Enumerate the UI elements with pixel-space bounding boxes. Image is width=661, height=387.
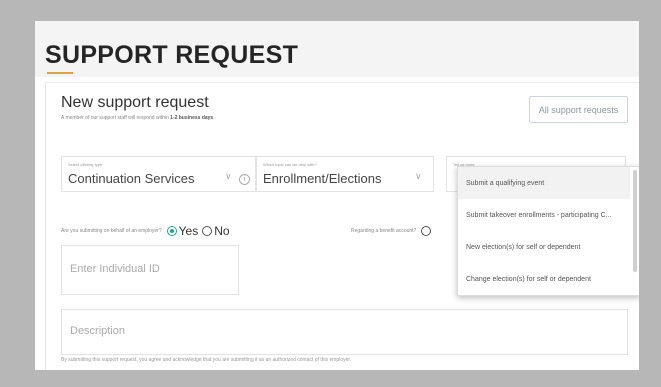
offering-type-select[interactable]: Select offering type Continuation Servic… [61, 156, 256, 192]
info-icon[interactable]: i [239, 174, 250, 185]
support-request-card: New support request A member of our supp… [45, 82, 639, 370]
all-support-requests-button[interactable]: All support requests [529, 96, 628, 123]
no-radio[interactable] [202, 226, 213, 236]
help-topic-label: Which topic can we help with? [263, 162, 317, 167]
title-accent-bar [47, 72, 73, 74]
subtitle-prefix: A member of our support staff will respo… [61, 115, 169, 121]
offering-type-label: Select offering type [68, 162, 103, 167]
disclaimer-text: By submitting this support request, you … [61, 357, 352, 363]
benefit-radio[interactable] [421, 226, 432, 236]
dropdown-scrollbar[interactable] [633, 170, 637, 272]
description-textarea[interactable]: Description [61, 309, 628, 355]
dropdown-option[interactable]: Change election(s) for self or dependent [458, 263, 630, 295]
subtitle-suffix: . [213, 115, 215, 121]
offering-type-value: Continuation Services [68, 171, 195, 186]
page-header: SUPPORT REQUEST [35, 21, 639, 77]
page-title: SUPPORT REQUEST [45, 41, 299, 69]
benefit-question-text: Regarding a benefit account? [351, 228, 417, 234]
dropdown-option[interactable]: Submit a qualifying event [458, 167, 630, 199]
yes-radio[interactable] [166, 226, 177, 236]
help-topic-select[interactable]: Which topic can we help with? Enrollment… [256, 156, 434, 192]
dropdown-option[interactable]: New election(s) for self or dependent [458, 231, 630, 263]
subtitle-bold: 1-2 business days [170, 115, 214, 121]
employer-question-text: Are you submitting on behalf of an emplo… [61, 228, 162, 234]
chevron-down-icon: ∨ [225, 171, 232, 181]
benefit-question-row: Regarding a benefit account? [351, 224, 433, 238]
employer-question-row: Are you submitting on behalf of an emplo… [61, 224, 232, 238]
individual-id-placeholder: Enter Individual ID [70, 263, 160, 275]
card-subtitle: A member of our support staff will respo… [61, 115, 215, 121]
help-topic-value: Enrollment/Elections [263, 171, 382, 186]
no-label[interactable]: No [214, 224, 229, 238]
card-title: New support request [61, 94, 209, 111]
tell-more-dropdown[interactable]: Submit a qualifying event Submit takeove… [457, 166, 639, 296]
individual-id-input[interactable]: Enter Individual ID [61, 245, 239, 295]
description-placeholder: Description [70, 325, 126, 337]
yes-label[interactable]: Yes [179, 224, 199, 238]
chevron-down-icon: ∨ [415, 171, 422, 181]
dropdown-option[interactable]: Submit takeover enrollments - participat… [458, 199, 630, 231]
app-frame: SUPPORT REQUEST New support request A me… [35, 21, 639, 370]
